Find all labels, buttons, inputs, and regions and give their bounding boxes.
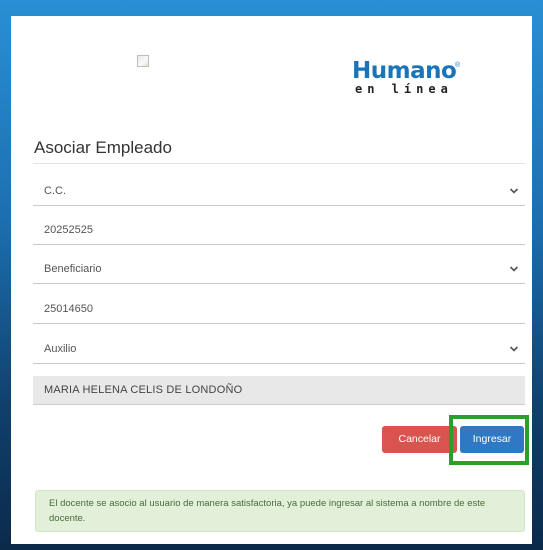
logo-main-text: Humano bbox=[352, 58, 457, 84]
dialog-title: Asociar Empleado bbox=[34, 138, 172, 157]
category-select[interactable]: Auxilio bbox=[33, 335, 525, 364]
title-divider bbox=[33, 163, 525, 164]
chevron-down-icon bbox=[509, 188, 519, 194]
broken-image-icon bbox=[137, 55, 149, 67]
success-alert: El docente se asocio al usuario de maner… bbox=[35, 490, 525, 532]
logo-registered-mark: ® bbox=[455, 62, 461, 69]
document-number-input[interactable]: 20252525 bbox=[33, 216, 525, 245]
success-alert-message: El docente se asocio al usuario de maner… bbox=[49, 498, 486, 524]
beneficiary-number-value: 25014650 bbox=[44, 303, 93, 315]
logo-sub-text: en línea bbox=[355, 82, 453, 96]
cancel-button[interactable]: Cancelar bbox=[382, 426, 457, 453]
screen: Humano ® en línea Asociar Empleado C.C. … bbox=[0, 0, 543, 550]
chevron-down-icon bbox=[509, 266, 519, 272]
relation-type-value: Beneficiario bbox=[44, 263, 102, 275]
relation-type-select[interactable]: Beneficiario bbox=[33, 255, 525, 284]
beneficiary-number-input[interactable]: 25014650 bbox=[33, 295, 525, 324]
ingresar-highlight-box bbox=[449, 415, 529, 465]
chevron-down-icon bbox=[509, 346, 519, 352]
document-type-value: C.C. bbox=[44, 185, 66, 197]
employee-name-value: MARIA HELENA CELIS DE LONDOÑO bbox=[44, 384, 243, 396]
humano-en-linea-logo: Humano ® en línea bbox=[352, 58, 472, 106]
document-number-value: 20252525 bbox=[44, 224, 93, 236]
employee-name-field: MARIA HELENA CELIS DE LONDOÑO bbox=[33, 376, 525, 405]
document-type-select[interactable]: C.C. bbox=[33, 177, 525, 206]
category-value: Auxilio bbox=[44, 343, 77, 355]
